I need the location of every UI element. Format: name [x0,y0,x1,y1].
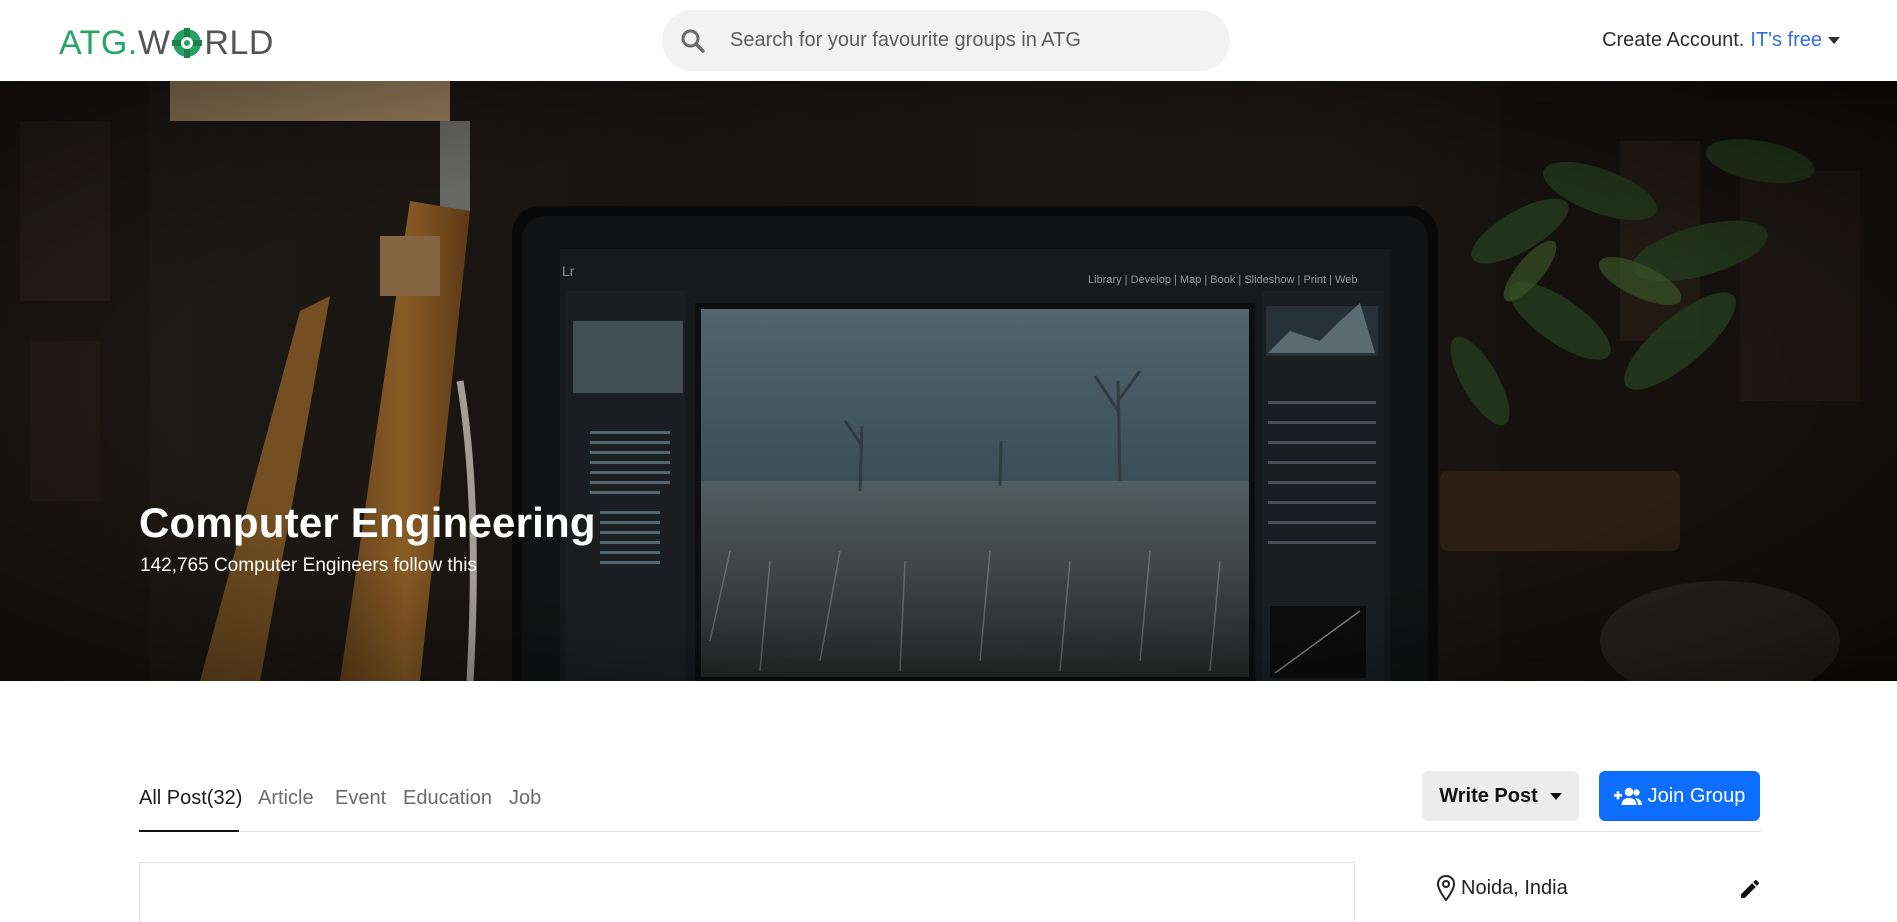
search-icon [681,29,705,53]
join-group-label: Join Group [1647,784,1746,807]
group-location: Noida, India [1437,875,1568,901]
atg-world-logo[interactable]: ATG. W RLD [59,26,274,60]
search-input[interactable] [730,10,1210,71]
logo-text-right: RLD [204,24,274,62]
create-account-menu[interactable]: Create Account. IT's free [1602,29,1840,52]
caret-down-icon[interactable] [1828,37,1840,44]
post-card[interactable] [139,862,1355,922]
cover-image: Lr Library | Develop | Map | Book | Slid… [0,81,1897,681]
group-title: Computer Engineering [139,499,596,546]
tab-job[interactable]: Job [509,787,541,810]
join-group-button[interactable]: Join Group [1599,771,1760,821]
tab-education[interactable]: Education [403,787,492,810]
location-pin-icon [1437,875,1455,901]
caret-down-icon [1549,792,1562,800]
write-post-button[interactable]: Write Post [1422,771,1579,821]
search-bar[interactable] [662,10,1230,71]
its-free-link[interactable]: IT's free [1750,29,1822,52]
create-account-label: Create Account. [1602,29,1745,51]
atg-gear-logo-icon [172,28,203,58]
tab-article[interactable]: Article [258,787,314,810]
active-tab-indicator [139,830,239,832]
tab-event[interactable]: Event [335,787,386,810]
tab-all-posts[interactable]: All Post(32) [139,787,242,810]
location-text: Noida, India [1461,876,1568,899]
pencil-icon[interactable] [1738,877,1762,901]
group-follower-count: 142,765 Computer Engineers follow this [140,555,477,576]
top-navbar: ATG.W RLD Create Account. IT's free [0,0,1897,81]
add-group-icon [1613,787,1642,805]
logo-text-left: ATG. [59,24,138,62]
group-cover-banner: Lr Library | Develop | Map | Book | Slid… [0,81,1897,681]
write-post-label: Write Post [1439,784,1538,807]
